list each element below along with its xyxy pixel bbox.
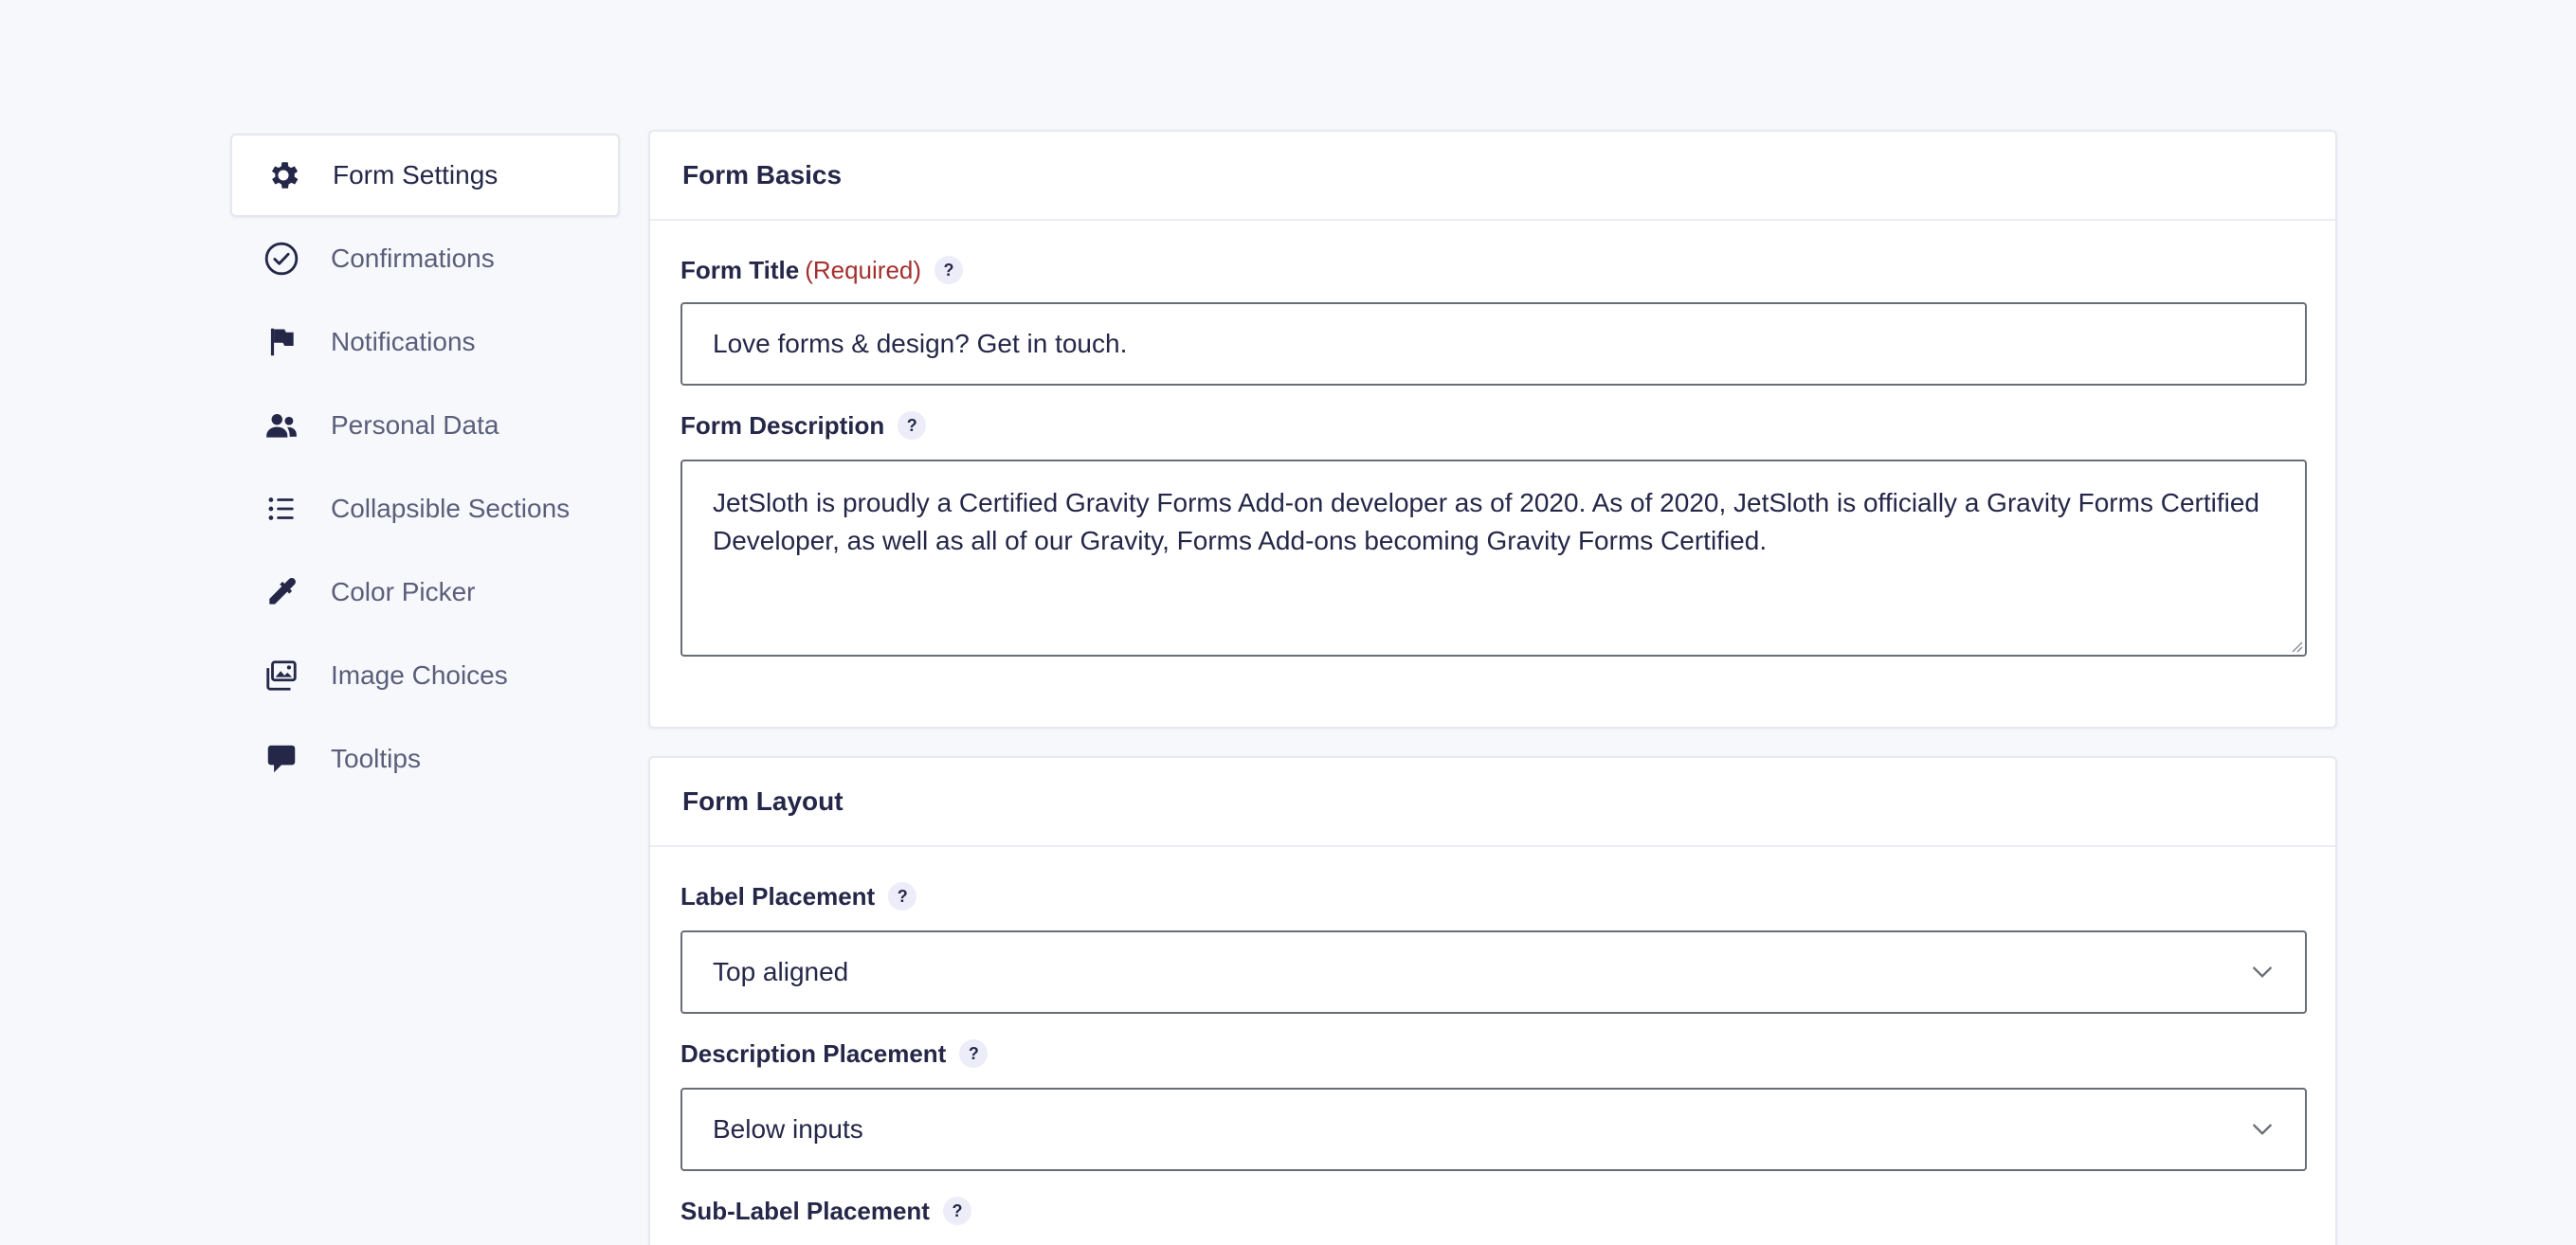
form-settings-page: Form Settings Confirmations Notification… [0, 0, 2576, 1245]
sidebar-item-notifications[interactable]: Notifications [230, 300, 620, 384]
sidebar-item-label: Image Choices [331, 660, 508, 690]
form-description-label: Form Description ? [680, 406, 2305, 444]
label-placement-value: Top aligned [713, 957, 849, 986]
settings-sidebar: Form Settings Confirmations Notification… [230, 134, 620, 801]
list-icon [261, 488, 302, 530]
sidebar-item-label: Form Settings [333, 160, 499, 189]
label-placement-label: Label Placement ? [680, 877, 2305, 915]
users-icon [261, 405, 302, 446]
help-icon[interactable]: ? [934, 256, 964, 284]
form-basics-panel: Form Basics Form Title (Required) ? Love… [648, 130, 2337, 729]
form-description-textarea[interactable]: JetSloth is proudly a Certified Gravity … [680, 460, 2307, 657]
resize-handle-icon[interactable] [2288, 638, 2303, 653]
form-description-value: JetSloth is proudly a Certified Gravity … [713, 488, 2259, 555]
form-title-input[interactable]: Love forms & design? Get in touch. [680, 302, 2307, 386]
form-description-label-text: Form Description [680, 410, 885, 440]
description-placement-value: Below inputs [713, 1114, 863, 1144]
sidebar-item-collapsible-sections[interactable]: Collapsible Sections [230, 467, 620, 550]
description-placement-label: Description Placement ? [680, 1035, 2305, 1073]
sidebar-item-label: Confirmations [331, 244, 495, 273]
sidebar-item-color-picker[interactable]: Color Picker [230, 550, 620, 634]
sidebar-item-tooltips[interactable]: Tooltips [230, 717, 620, 801]
panel-title: Form Layout [650, 758, 2335, 847]
description-placement-label-text: Description Placement [680, 1038, 947, 1068]
form-title-label: Form Title (Required) ? [680, 251, 2305, 289]
sidebar-item-label: Personal Data [331, 410, 499, 440]
label-placement-select[interactable]: Top aligned [680, 930, 2307, 1014]
sublabel-placement-label-text: Sub-Label Placement [680, 1196, 930, 1225]
help-icon[interactable]: ? [942, 1197, 971, 1225]
form-layout-panel: Form Layout Label Placement ? Top aligne… [648, 756, 2337, 1245]
panel-title: Form Basics [650, 132, 2335, 221]
sidebar-item-label: Tooltips [331, 744, 421, 773]
form-title-label-text: Form Title [680, 255, 800, 284]
sidebar-item-image-choices[interactable]: Image Choices [230, 634, 620, 717]
chevron-down-icon [2253, 966, 2272, 978]
images-icon [261, 655, 302, 696]
check-circle-icon [261, 238, 302, 280]
label-placement-label-text: Label Placement [680, 881, 876, 911]
required-indicator: (Required) [805, 255, 922, 284]
description-placement-select[interactable]: Below inputs [680, 1088, 2307, 1171]
sublabel-placement-label: Sub-Label Placement ? [680, 1192, 2305, 1230]
flag-icon [261, 321, 302, 363]
help-icon[interactable]: ? [898, 411, 927, 440]
speech-bubble-icon [261, 738, 302, 780]
eyedropper-icon [261, 571, 302, 613]
gear-icon [263, 154, 304, 196]
chevron-down-icon [2253, 1124, 2272, 1135]
sidebar-item-label: Color Picker [331, 577, 476, 606]
help-icon[interactable]: ? [959, 1039, 989, 1068]
form-title-value: Love forms & design? Get in touch. [713, 329, 1128, 358]
sidebar-item-form-settings[interactable]: Form Settings [230, 134, 620, 217]
help-icon[interactable]: ? [888, 882, 917, 911]
sidebar-item-personal-data[interactable]: Personal Data [230, 384, 620, 467]
sidebar-item-label: Notifications [331, 327, 476, 356]
sidebar-item-confirmations[interactable]: Confirmations [230, 217, 620, 300]
sidebar-item-label: Collapsible Sections [331, 494, 571, 523]
